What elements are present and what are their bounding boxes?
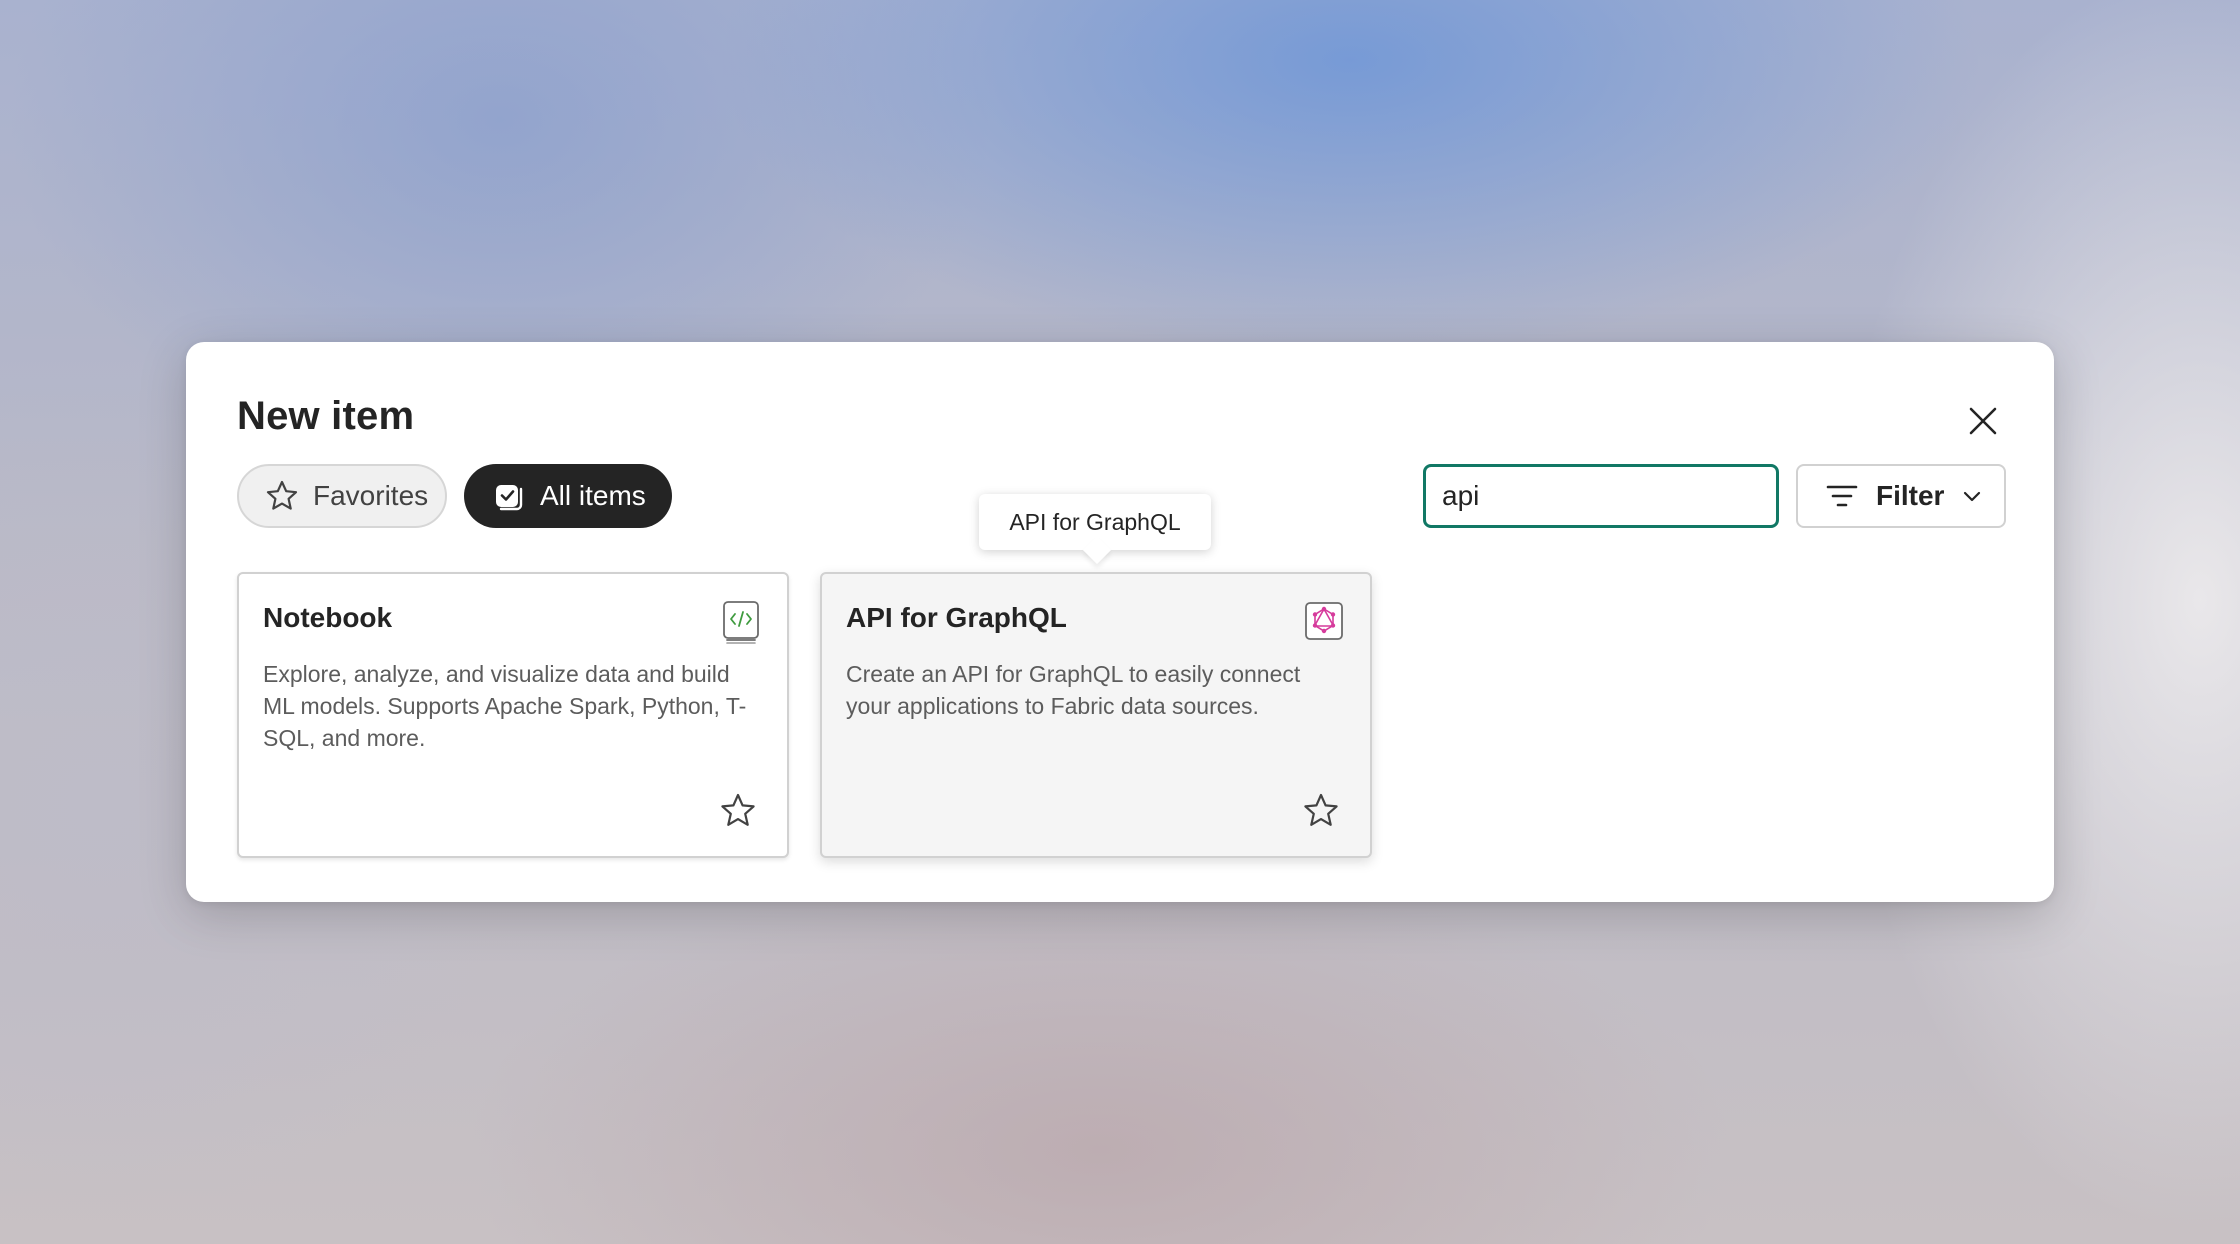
item-card-notebook[interactable]: Notebook Explore, analyze, and visualize… (237, 572, 789, 858)
close-icon (1969, 407, 1997, 435)
card-title: Notebook (263, 602, 393, 633)
star-outline-icon[interactable] (719, 792, 757, 830)
star-outline-icon (265, 479, 299, 513)
card-description: Create an API for GraphQL to easily conn… (846, 661, 1301, 719)
new-item-dialog: New item Favorites All items api Filter … (186, 342, 2054, 902)
search-input[interactable] (1442, 480, 1803, 512)
close-button[interactable] (1966, 404, 2000, 438)
tab-favorites-label: Favorites (313, 480, 429, 511)
checkbox-stack-icon (492, 479, 526, 513)
star-outline-icon[interactable] (1302, 792, 1340, 830)
tab-favorites[interactable]: Favorites (237, 464, 447, 528)
card-title: API for GraphQL (846, 602, 1067, 633)
tooltip: API for GraphQL (979, 494, 1211, 550)
item-card-api-for-graphql[interactable]: API for GraphQL Create an API for GraphQ… (820, 572, 1372, 858)
filter-label: Filter (1876, 480, 1945, 511)
chevron-down-icon (1962, 485, 1984, 507)
filter-button[interactable]: Filter (1796, 464, 2006, 528)
filter-lines-icon (1826, 480, 1858, 512)
card-description: Explore, analyze, and visualize data and… (263, 661, 747, 751)
tab-all-items[interactable]: All items (464, 464, 672, 528)
notebook-icon (723, 601, 759, 644)
search-box[interactable] (1423, 464, 1830, 528)
tab-all-items-label: All items (540, 480, 646, 511)
dialog-title: New item (237, 394, 415, 438)
graphql-icon (1305, 602, 1343, 640)
